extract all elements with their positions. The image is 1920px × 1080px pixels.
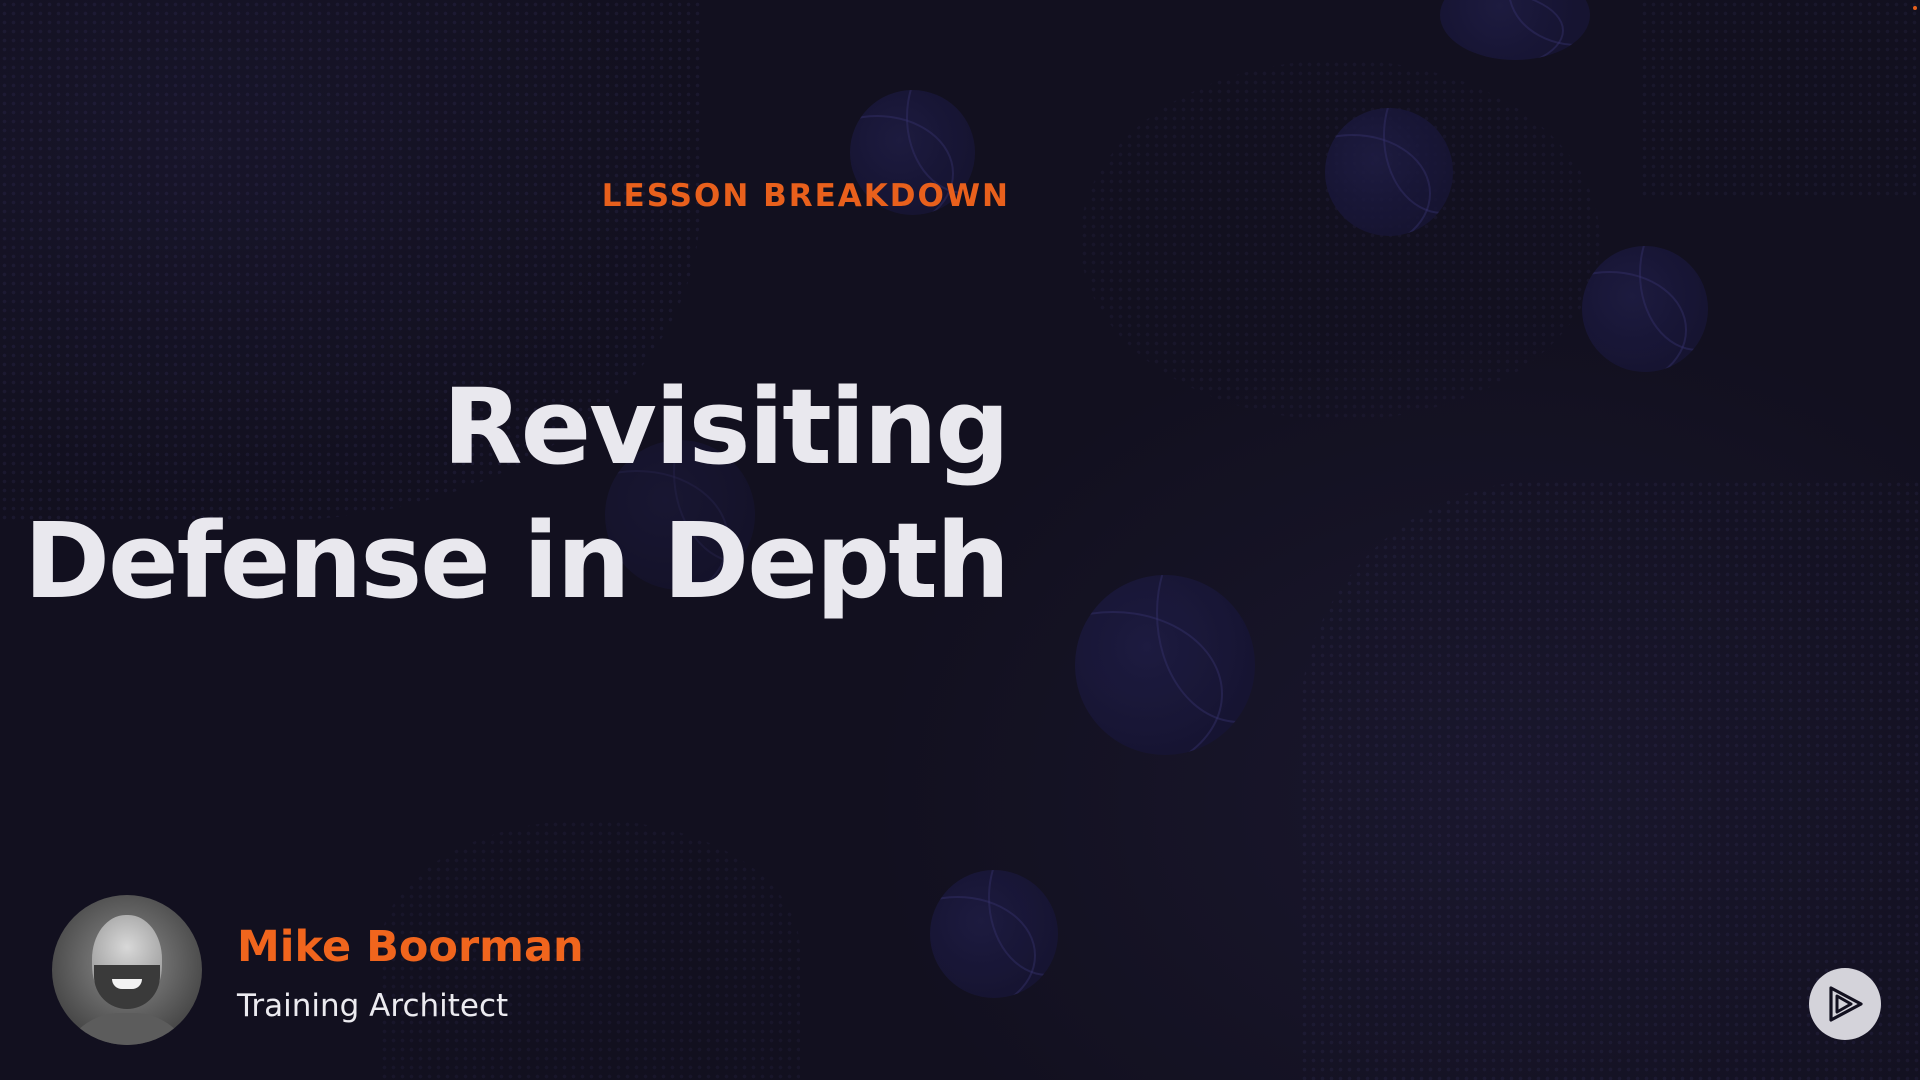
presenter-name: Mike Boorman — [237, 922, 584, 972]
lesson-label: LESSON BREAKDOWN — [601, 178, 1010, 214]
background-blob — [930, 870, 1058, 998]
background-blob — [1325, 108, 1453, 236]
corner-dot — [1913, 6, 1917, 10]
presenter-role: Training Architect — [237, 988, 509, 1024]
background-dot-pattern — [1640, 0, 1920, 200]
lesson-title-line-1: Revisiting — [442, 366, 1010, 488]
background-dot-pattern — [1080, 60, 1600, 420]
slide-stage: LESSON BREAKDOWN Revisiting Defense in D… — [0, 0, 1920, 1080]
play-triangle-icon — [1829, 986, 1863, 1022]
background-blob — [1075, 575, 1255, 755]
lesson-title: Revisiting Defense in Depth — [23, 360, 1010, 628]
background-blob — [1440, 0, 1590, 60]
presenter-avatar — [52, 895, 202, 1045]
lesson-title-line-2: Defense in Depth — [23, 500, 1010, 622]
avatar-shirt — [60, 1013, 194, 1045]
background-blob — [1582, 246, 1708, 372]
play-logo-icon[interactable] — [1809, 968, 1881, 1040]
